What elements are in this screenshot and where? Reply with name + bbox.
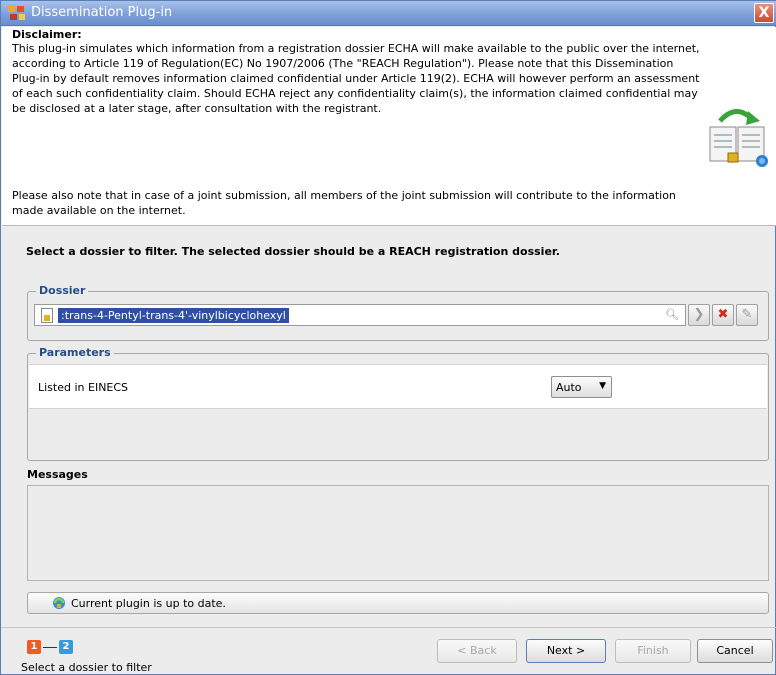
app-icon: [8, 5, 25, 20]
listed-in-einecs-value: Auto: [556, 381, 582, 394]
footer-separator: [1, 627, 776, 628]
finish-button[interactable]: Finish: [615, 639, 691, 663]
cancel-button[interactable]: Cancel: [697, 639, 773, 663]
wizard-step-1: 1: [27, 640, 41, 654]
parameters-row: Listed in EINECS Auto ▼: [29, 364, 767, 409]
dossier-group-title: Dossier: [36, 284, 89, 297]
wizard-step-2: 2: [59, 640, 73, 654]
arrow-right-icon: ❯: [693, 307, 705, 322]
back-button[interactable]: < Back: [437, 639, 517, 663]
red-x-icon: ✖: [717, 307, 729, 322]
dossier-field[interactable]: :trans-4-Pentyl-trans-4'-vinylbicyclohex…: [34, 304, 686, 326]
dissemination-plugin-window: Dissemination Plug-in X Disclaimer: This…: [0, 0, 776, 675]
joint-submission-note: Please also note that in case of a joint…: [12, 189, 676, 217]
dossier-transfer-icon: [709, 109, 768, 167]
disclaimer-title: Disclaimer:: [12, 28, 82, 41]
parameters-group: Parameters Listed in EINECS Auto ▼: [27, 346, 769, 461]
dossier-group: Dossier :trans-4-Pentyl-trans-4'-vinylbi…: [27, 284, 769, 341]
title-bar[interactable]: Dissemination Plug-in X: [1, 1, 776, 26]
wizard-step-connector: [43, 647, 57, 648]
dossier-file-icon: [41, 308, 53, 323]
paperclip-icon: ✎: [741, 307, 753, 322]
update-status-icon: [53, 597, 65, 609]
parameters-group-title: Parameters: [36, 346, 114, 359]
instruction-text: Select a dossier to filter. The selected…: [26, 245, 560, 258]
clear-dossier-button[interactable]: ✖: [712, 304, 734, 326]
next-button[interactable]: Next >: [526, 639, 606, 663]
wizard-step-hint: Select a dossier to filter: [21, 661, 152, 674]
close-button[interactable]: X: [754, 3, 774, 23]
listed-in-einecs-select[interactable]: Auto ▼: [551, 376, 612, 398]
messages-area[interactable]: [27, 485, 769, 581]
search-icon[interactable]: 🔍︎: [665, 308, 679, 321]
disclaimer-panel: Disclaimer: This plug-in simulates which…: [2, 27, 776, 226]
open-dossier-button[interactable]: ❯: [688, 304, 710, 326]
close-icon: X: [758, 5, 770, 21]
listed-in-einecs-label: Listed in EINECS: [38, 381, 129, 394]
status-text: Current plugin is up to date.: [71, 597, 226, 610]
chevron-down-icon: ▼: [599, 381, 606, 391]
messages-title: Messages: [27, 468, 88, 481]
attach-button[interactable]: ✎: [736, 304, 758, 326]
window-title: Dissemination Plug-in: [31, 5, 173, 20]
disclaimer-text: This plug-in simulates which information…: [12, 42, 700, 115]
plugin-status-bar: Current plugin is up to date.: [27, 592, 769, 614]
dossier-value: :trans-4-Pentyl-trans-4'-vinylbicyclohex…: [58, 308, 289, 323]
